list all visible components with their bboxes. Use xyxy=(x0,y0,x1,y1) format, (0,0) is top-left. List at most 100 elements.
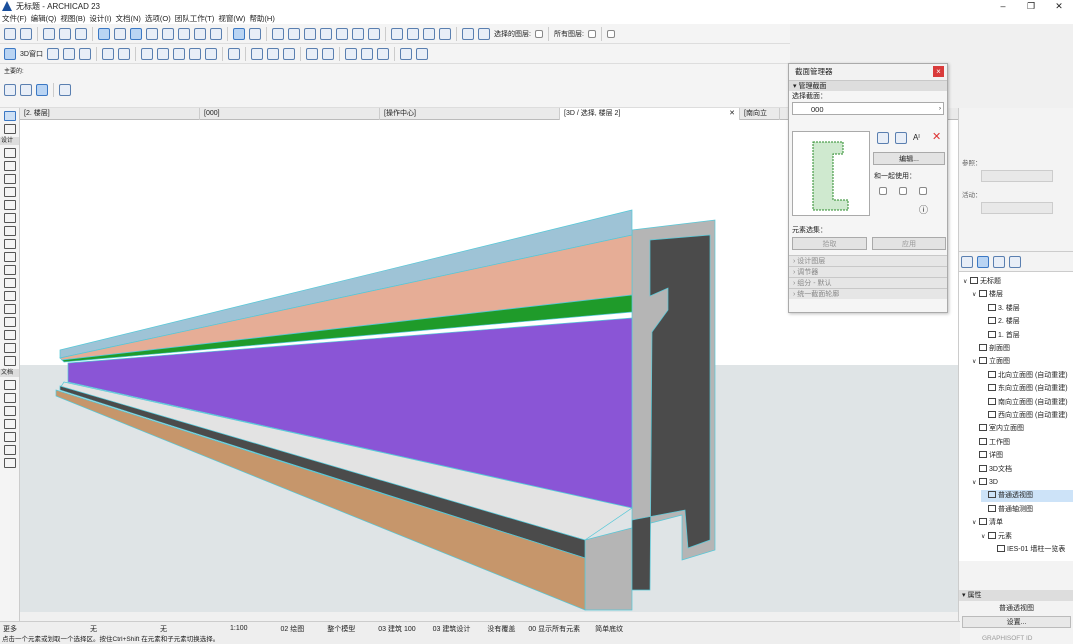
navigator-item[interactable]: 西向立面图 (自动重建) xyxy=(981,410,1073,422)
navigator-item[interactable]: 3. 楼层 xyxy=(981,303,1073,315)
publish-icon[interactable] xyxy=(360,47,373,60)
toolbar-more-icon[interactable] xyxy=(606,29,615,38)
info-rotate-icon[interactable] xyxy=(36,84,48,96)
detail-icon[interactable] xyxy=(172,47,185,60)
fill-tool-icon[interactable] xyxy=(4,432,16,442)
box-icon[interactable] xyxy=(194,27,206,40)
navigator-item[interactable]: 室内立面图 xyxy=(972,423,1073,435)
worksheet-icon[interactable] xyxy=(188,47,201,60)
selected-layers-label[interactable]: 选择的图层: xyxy=(494,29,531,39)
pencil-edit-icon[interactable] xyxy=(407,27,419,40)
render-icon[interactable] xyxy=(227,47,240,60)
railing-tool-icon[interactable] xyxy=(4,252,16,262)
menu-design[interactable]: 设计(I) xyxy=(89,13,111,24)
menu-window[interactable]: 视窗(W) xyxy=(218,13,245,24)
layer-hide-icon[interactable] xyxy=(462,27,474,40)
cube-icon[interactable] xyxy=(62,47,75,60)
beam-tool-icon[interactable] xyxy=(4,213,16,223)
fill-icon[interactable] xyxy=(439,27,451,40)
opening-tool-icon[interactable] xyxy=(4,187,16,197)
person-icon[interactable] xyxy=(101,47,114,60)
3d-window-label[interactable]: 3D窗口 xyxy=(20,49,43,59)
menu-file[interactable]: 文件(F) xyxy=(2,13,27,24)
intersect-icon[interactable] xyxy=(304,27,316,40)
info-cursor-icon[interactable] xyxy=(59,84,71,96)
walk-icon[interactable] xyxy=(78,47,91,60)
modifiers-section[interactable]: › 调节器 xyxy=(789,266,947,277)
navigator-item[interactable]: 普通轴测图 xyxy=(981,504,1073,516)
eyedropper-icon[interactable] xyxy=(75,27,87,40)
home-icon[interactable] xyxy=(376,47,389,60)
grid-icon[interactable] xyxy=(146,27,158,40)
navigator-layout-book-icon[interactable] xyxy=(993,255,1005,268)
structure-value[interactable]: 03 建筑 100 xyxy=(378,624,415,634)
manage-section-header[interactable]: ▾ 管理截面 xyxy=(789,80,947,91)
design-layers-section[interactable]: › 设计图层 xyxy=(789,255,947,266)
morph-tool-icon[interactable] xyxy=(4,317,16,327)
minimize-button[interactable]: – xyxy=(990,0,1016,12)
layer-combination-icon[interactable] xyxy=(391,27,403,40)
edit-button[interactable]: 编辑... xyxy=(873,152,945,165)
expand-caret-icon[interactable]: ∨ xyxy=(963,276,970,288)
navigator-item[interactable]: 工作图 xyxy=(972,437,1073,449)
camera-icon[interactable] xyxy=(344,47,357,60)
pick-button[interactable]: 拾取 xyxy=(792,237,867,250)
properties-header[interactable]: ▾ 属性 xyxy=(959,590,1073,601)
dimension-tool-icon[interactable] xyxy=(4,380,16,390)
shading-value[interactable]: 简单底纹 xyxy=(595,624,623,634)
filter-icon[interactable] xyxy=(250,47,263,60)
window-tool-icon[interactable] xyxy=(4,174,16,184)
more-label[interactable]: 更多 xyxy=(3,624,17,634)
teamwork-icon[interactable] xyxy=(266,47,279,60)
level-tool-icon[interactable] xyxy=(4,393,16,403)
menu-edit[interactable]: 编辑(Q) xyxy=(31,13,57,24)
floor-plan-icon[interactable] xyxy=(46,47,59,60)
marker-icon[interactable] xyxy=(204,47,217,60)
all-layers-eye-icon[interactable] xyxy=(587,29,596,38)
layer-show-icon[interactable] xyxy=(478,27,490,40)
navigator-icon[interactable] xyxy=(282,47,295,60)
roof-tool-icon[interactable] xyxy=(4,265,16,275)
3d-window-icon[interactable] xyxy=(4,47,16,60)
column-tool-icon[interactable] xyxy=(4,200,16,210)
menu-help[interactable]: 帮助(H) xyxy=(249,13,274,24)
zone-tool-icon[interactable] xyxy=(4,343,16,353)
label-tool-icon[interactable] xyxy=(4,419,16,429)
curtain-wall-tool-icon[interactable] xyxy=(4,304,16,314)
all-layers-label[interactable]: 所有图层: xyxy=(554,29,584,39)
navigator-item[interactable]: ∨ 无标题 xyxy=(963,276,1073,288)
ruler-icon[interactable] xyxy=(162,27,174,40)
navigator-item[interactable]: 2. 楼层 xyxy=(981,316,1073,328)
rename-icon[interactable]: Aᴵ xyxy=(913,133,920,142)
navigator-item[interactable]: IES-01 墙柱一览表 xyxy=(990,544,1073,556)
delete-icon[interactable]: ✕ xyxy=(932,130,941,143)
close-tab-button[interactable]: ✕ xyxy=(729,108,735,120)
arrow-tool-icon[interactable] xyxy=(4,111,16,121)
magic-wand-icon[interactable] xyxy=(423,27,435,40)
show-all-value[interactable]: 00 显示所有元素 xyxy=(528,624,580,634)
roof-icon[interactable] xyxy=(368,27,380,40)
navigator-view-map-icon[interactable] xyxy=(977,255,989,268)
apply-button[interactable]: 应用 xyxy=(872,237,946,250)
stairs-icon[interactable] xyxy=(305,47,318,60)
components-section[interactable]: › 组分 - 默认 xyxy=(789,277,947,288)
drawing-value[interactable]: 02 绘图 xyxy=(281,624,305,634)
group-icon[interactable] xyxy=(233,27,245,40)
navigator-item[interactable]: 3D文档 xyxy=(972,464,1073,476)
navigator-item[interactable]: ∨ 立面图 xyxy=(972,356,1073,368)
snap-icon[interactable] xyxy=(130,27,142,40)
split-icon[interactable] xyxy=(352,27,364,40)
layer-none-1[interactable]: 无 xyxy=(90,624,97,634)
navigator-item[interactable]: ∨ 清单 xyxy=(972,517,1073,529)
active-slider[interactable] xyxy=(981,202,1053,214)
expand-caret-icon[interactable]: ∨ xyxy=(981,531,988,543)
morph-icon[interactable] xyxy=(321,47,334,60)
suspend-groups-icon[interactable] xyxy=(249,27,261,40)
expand-caret-icon[interactable]: ∨ xyxy=(972,517,979,529)
stair-tool-icon[interactable] xyxy=(4,239,16,249)
object-tool-icon[interactable] xyxy=(4,330,16,340)
line-tool-icon[interactable] xyxy=(4,445,16,455)
menu-document[interactable]: 文档(N) xyxy=(116,13,141,24)
navigator-item[interactable]: 剖面图 xyxy=(972,343,1073,355)
link-icon[interactable] xyxy=(415,47,428,60)
